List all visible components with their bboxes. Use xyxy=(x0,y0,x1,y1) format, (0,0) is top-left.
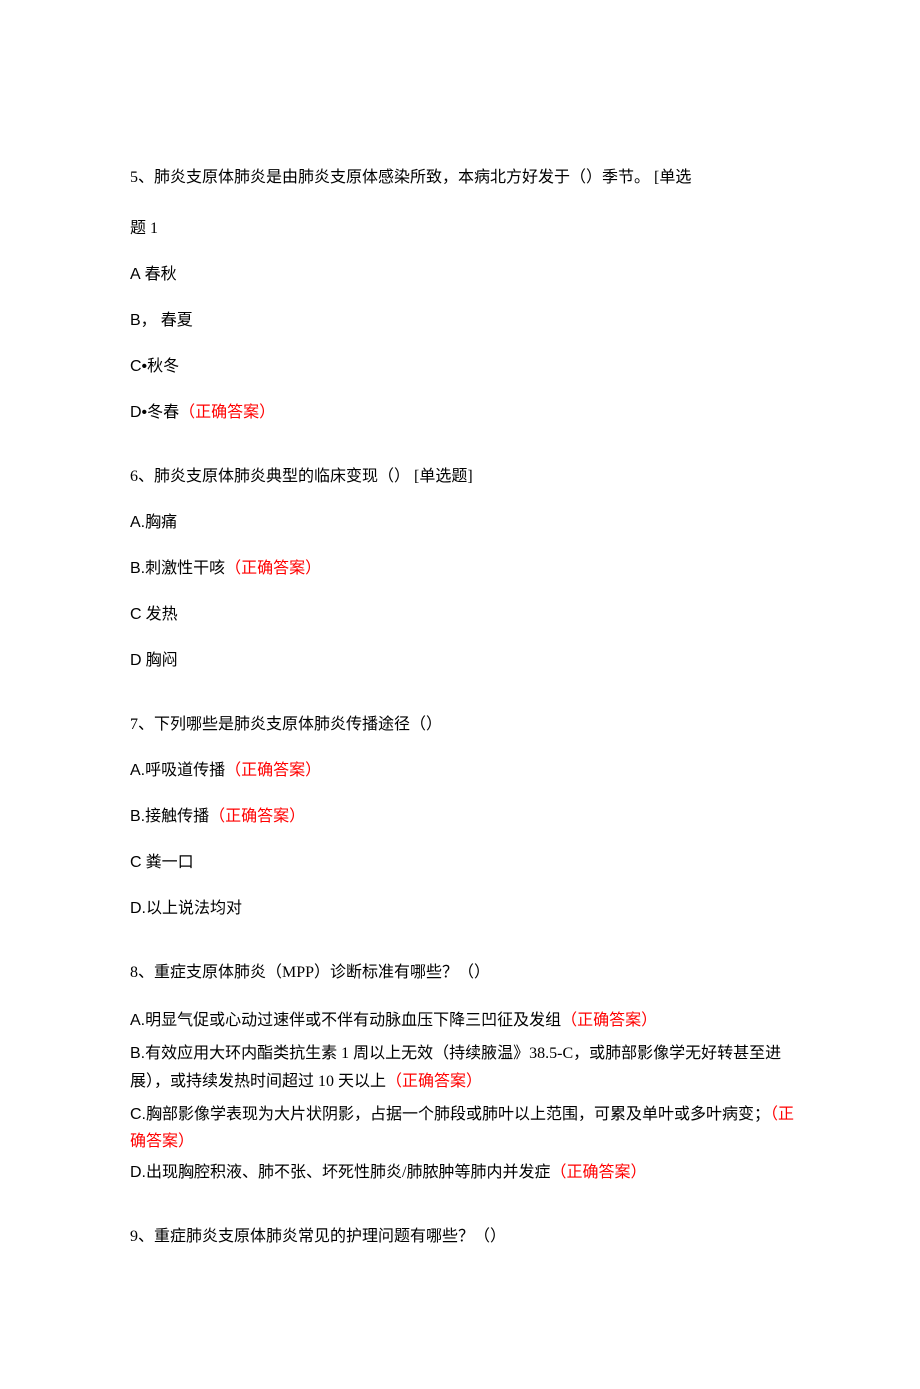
question-5: 5、肺炎支原体肺炎是由肺炎支原体感染所致，本病北方好发于（）季节。 [单选 题 … xyxy=(130,160,795,425)
option-text: 以上说法均对 xyxy=(146,900,242,917)
option-label: B， xyxy=(130,312,157,329)
option-text: 明显气促或心动过速伴或不伴有动脉血压下降三凹征及发组 xyxy=(145,1012,561,1029)
option-a: A.胸痛 xyxy=(130,511,795,535)
option-text: 胸痛 xyxy=(145,514,177,531)
correct-answer-label: （正确答案） xyxy=(386,1073,482,1090)
option-label: C. xyxy=(130,1106,146,1123)
option-text: 粪一口 xyxy=(146,854,194,871)
option-label: C• xyxy=(130,358,147,375)
option-label: B. xyxy=(130,808,145,825)
option-c: C.胸部影像学表现为大片状阴影，占据一个肺段或肺叶以上范围，可累及单叶或多叶病变… xyxy=(130,1101,795,1155)
option-d: D.以上说法均对 xyxy=(130,897,795,921)
option-d: D 胸闷 xyxy=(130,649,795,673)
option-text: 胸部影像学表现为大片状阴影，占据一个肺段或肺叶以上范围，可累及单叶或多叶病变； xyxy=(146,1106,770,1123)
option-label: B. xyxy=(130,560,145,577)
option-d: D.出现胸腔积液、肺不张、坏死性肺炎/肺脓肿等肺内并发症（正确答案） xyxy=(130,1161,795,1185)
option-text: 出现胸腔积液、肺不张、坏死性肺炎/肺脓肿等肺内并发症 xyxy=(146,1164,550,1181)
option-a: A.明显气促或心动过速伴或不伴有动脉血压下降三凹征及发组（正确答案） xyxy=(130,1007,795,1034)
option-label: C xyxy=(130,854,142,871)
option-text: 呼吸道传播 xyxy=(145,762,225,779)
option-b: B.接触传播（正确答案） xyxy=(130,805,795,829)
correct-answer-label: （正确答案） xyxy=(225,560,321,577)
option-a: A.呼吸道传播（正确答案） xyxy=(130,759,795,783)
question-stem: 7、下列哪些是肺炎支原体肺炎传播途径（） xyxy=(130,713,795,737)
option-b: B.有效应用大环内酯类抗生素 1 周以上无效（持续腋温》38.5-C，或肺部影像… xyxy=(130,1040,795,1094)
option-label: A xyxy=(130,266,141,283)
question-stem: 9、重症肺炎支原体肺炎常见的护理问题有哪些？（） xyxy=(130,1225,795,1249)
option-text: 胸闷 xyxy=(146,652,178,669)
option-text: 春秋 xyxy=(145,266,177,283)
question-stem: 6、肺炎支原体肺炎典型的临床变现（） [单选题] xyxy=(130,465,795,489)
question-7: 7、下列哪些是肺炎支原体肺炎传播途径（） A.呼吸道传播（正确答案） B.接触传… xyxy=(130,713,795,921)
option-text: 接触传播 xyxy=(145,808,209,825)
option-text: 刺激性干咳 xyxy=(145,560,225,577)
question-stem-line-2: 题 1 xyxy=(130,217,795,241)
option-text: 发热 xyxy=(146,606,178,623)
correct-answer-label: （正确答案） xyxy=(179,404,275,421)
option-label: D. xyxy=(130,900,146,917)
correct-answer-label: （正确答案） xyxy=(225,762,321,779)
question-8: 8、重症支原体肺炎（MPP）诊断标准有哪些？（） A.明显气促或心动过速伴或不伴… xyxy=(130,961,795,1185)
question-stem-line-1: 5、肺炎支原体肺炎是由肺炎支原体感染所致，本病北方好发于（）季节。 [单选 xyxy=(130,169,691,186)
option-c: C 粪一口 xyxy=(130,851,795,875)
question-9: 9、重症肺炎支原体肺炎常见的护理问题有哪些？（） xyxy=(130,1225,795,1249)
option-label: A. xyxy=(130,1012,145,1029)
option-d: D•冬春（正确答案） xyxy=(130,401,795,425)
question-6: 6、肺炎支原体肺炎典型的临床变现（） [单选题] A.胸痛 B.刺激性干咳（正确… xyxy=(130,465,795,673)
option-text: 秋冬 xyxy=(147,358,179,375)
option-b: B， 春夏 xyxy=(130,309,795,333)
option-label: A. xyxy=(130,762,145,779)
option-label: D xyxy=(130,652,142,669)
option-text: 冬春 xyxy=(147,404,179,421)
option-label: B. xyxy=(130,1045,145,1062)
option-text: 春夏 xyxy=(161,312,193,329)
question-stem: 8、重症支原体肺炎（MPP）诊断标准有哪些？（） xyxy=(130,961,795,985)
option-b: B.刺激性干咳（正确答案） xyxy=(130,557,795,581)
correct-answer-label: （正确答案） xyxy=(209,808,305,825)
option-label: D• xyxy=(130,404,147,421)
question-stem: 5、肺炎支原体肺炎是由肺炎支原体感染所致，本病北方好发于（）季节。 [单选 xyxy=(130,160,795,195)
option-label: A. xyxy=(130,514,145,531)
option-a: A 春秋 xyxy=(130,263,795,287)
correct-answer-label: （正确答案） xyxy=(561,1012,657,1029)
option-c: C 发热 xyxy=(130,603,795,627)
correct-answer-label: （正确答案） xyxy=(550,1164,646,1181)
option-c: C•秋冬 xyxy=(130,355,795,379)
option-label: C xyxy=(130,606,142,623)
option-label: D. xyxy=(130,1164,146,1181)
